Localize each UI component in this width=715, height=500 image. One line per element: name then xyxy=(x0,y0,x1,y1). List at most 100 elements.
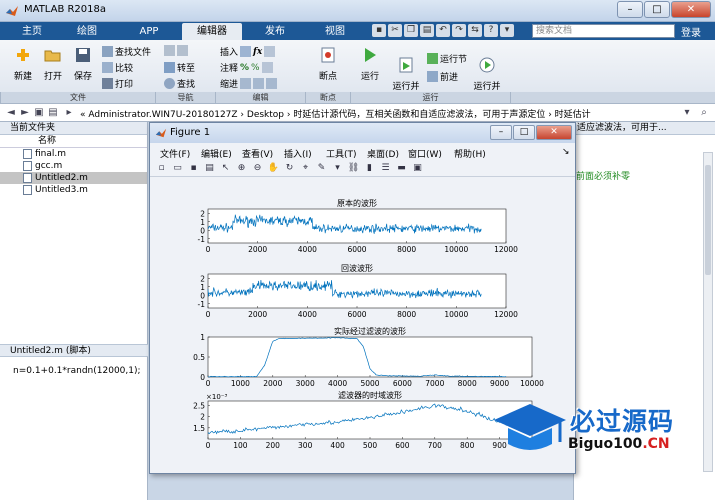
figure-close-button[interactable]: ✕ xyxy=(536,125,572,140)
menu-help[interactable]: 帮助(H) xyxy=(454,147,486,160)
decrease-indent-icon[interactable] xyxy=(266,78,278,89)
path-search-icon[interactable]: ⌕ xyxy=(697,106,711,120)
tab-publish[interactable]: 发布 xyxy=(250,23,300,40)
comment-button[interactable]: 注释 % % xyxy=(220,61,273,74)
run-button[interactable]: 运行 xyxy=(356,46,384,82)
edit-plot-icon[interactable]: ↖ xyxy=(219,162,232,175)
zoom-in-icon[interactable]: ⊕ xyxy=(235,162,248,175)
minimize-button[interactable]: – xyxy=(617,1,643,18)
cut-quick-icon[interactable]: ✂ xyxy=(388,24,402,37)
breakpoints-button[interactable]: 断点 xyxy=(312,46,344,82)
tab-editor[interactable]: 编辑器 xyxy=(182,23,242,40)
show-tools-icon[interactable]: ▣ xyxy=(411,162,424,175)
folder-up-icon[interactable]: ▣ xyxy=(32,106,46,120)
x-tick-label: 700 xyxy=(428,441,443,450)
y-tick-label: 1.5 xyxy=(193,424,205,433)
rotate-icon[interactable]: ↻ xyxy=(283,162,296,175)
tab-plots[interactable]: 绘图 xyxy=(62,23,112,40)
menu-desktop[interactable]: 桌面(D) xyxy=(367,147,399,160)
name-column-header[interactable]: 名称 xyxy=(0,135,147,148)
new-figure-icon[interactable]: ▫ xyxy=(155,162,168,175)
advance-button[interactable]: 前进 xyxy=(427,70,458,83)
y-exponent-label: ×10⁻³ xyxy=(206,393,227,401)
hide-tools-icon[interactable]: ▬ xyxy=(395,162,408,175)
back-icon[interactable]: ◄ xyxy=(4,106,18,120)
code-comment[interactable]: 前面必须补零 xyxy=(576,169,630,182)
tab-apps[interactable]: APP xyxy=(124,23,174,40)
brush-icon[interactable]: ✎ xyxy=(315,162,328,175)
scroll-thumb[interactable] xyxy=(705,165,711,275)
copy-quick-icon[interactable]: ❐ xyxy=(404,24,418,37)
function-dropdown-icon[interactable] xyxy=(264,46,276,57)
save-button[interactable]: 保存 xyxy=(70,46,96,82)
details-header[interactable]: Untitled2.m (脚本) xyxy=(0,344,148,357)
folder-path[interactable]: « Administrator.WIN7U-20180127Z › Deskto… xyxy=(80,107,591,120)
file-item[interactable]: final.m xyxy=(0,148,147,160)
colorbar-icon[interactable]: ▮ xyxy=(363,162,376,175)
close-button[interactable]: ✕ xyxy=(671,1,711,18)
path-dropdown-icon[interactable]: ▾ xyxy=(680,106,694,120)
zoom-out-icon[interactable]: ⊖ xyxy=(251,162,264,175)
x-tick-label: 5000 xyxy=(360,379,379,388)
goto-button[interactable]: 转至 xyxy=(164,61,195,74)
run-section-button[interactable]: 运行节 xyxy=(427,52,467,65)
menu-tools[interactable]: 工具(T) xyxy=(326,147,357,160)
tab-home[interactable]: 主页 xyxy=(10,23,54,40)
help-quick-icon[interactable]: ? xyxy=(484,24,498,37)
percent-icon[interactable]: % xyxy=(240,63,249,73)
file-item[interactable]: Untitled3.m xyxy=(0,184,147,196)
paste-quick-icon[interactable]: ▤ xyxy=(420,24,434,37)
print-icon xyxy=(102,78,113,89)
x-tick-label: 0 xyxy=(206,310,211,319)
switch-window-icon[interactable]: ⇆ xyxy=(468,24,482,37)
increase-indent-icon[interactable] xyxy=(253,78,265,89)
dropdown-quick-icon[interactable]: ▾ xyxy=(500,24,514,37)
file-item[interactable]: gcc.m xyxy=(0,160,147,172)
insert-button[interactable]: 插入 fx xyxy=(220,45,276,58)
menu-insert[interactable]: 插入(I) xyxy=(284,147,312,160)
compare-button[interactable]: 比较 xyxy=(102,61,133,74)
undo-quick-icon[interactable]: ↶ xyxy=(436,24,450,37)
search-docs-input[interactable]: 搜索文档 xyxy=(532,24,675,38)
y-tick-label: 0 xyxy=(200,226,205,235)
login-link[interactable]: 登录 xyxy=(681,24,701,39)
editor-tab[interactable]: 适应滤波法，可用于... xyxy=(574,122,715,135)
open-button[interactable]: 打开 xyxy=(40,46,66,82)
redo-quick-icon[interactable]: ↷ xyxy=(452,24,466,37)
menu-view[interactable]: 查看(V) xyxy=(242,147,273,160)
forward-icon[interactable]: ► xyxy=(18,106,32,120)
maximize-button[interactable]: □ xyxy=(644,1,670,18)
print-button[interactable]: 打印 xyxy=(102,77,133,90)
save-figure-icon[interactable]: ▪ xyxy=(187,162,200,175)
indent-button[interactable]: 缩进 xyxy=(220,77,278,90)
smart-indent-icon[interactable] xyxy=(240,78,252,89)
function-icon[interactable]: fx xyxy=(253,47,262,57)
menu-dock-icon[interactable]: ↘ xyxy=(562,147,570,157)
path-root-icon[interactable]: ▸ xyxy=(62,106,76,120)
brush-dropdown-icon[interactable]: ▾ xyxy=(331,162,344,175)
save-quick-icon[interactable]: ▪ xyxy=(372,24,386,37)
figure-minimize-button[interactable]: – xyxy=(490,125,512,140)
print-figure-icon[interactable]: ▤ xyxy=(203,162,216,175)
x-tick-label: 10000 xyxy=(520,379,544,388)
percent-brace-icon[interactable]: % xyxy=(251,63,260,73)
tab-view[interactable]: 视图 xyxy=(310,23,360,40)
find-button[interactable]: 查找 xyxy=(164,77,195,90)
data-cursor-icon[interactable]: ⌖ xyxy=(299,162,312,175)
figure-title-bar[interactable]: Figure 1 – □ ✕ xyxy=(150,123,575,143)
new-button[interactable]: 新建 xyxy=(10,46,36,82)
browse-folder-icon[interactable]: ▤ xyxy=(46,106,60,120)
menu-edit[interactable]: 编辑(E) xyxy=(201,147,232,160)
file-item-selected[interactable]: Untitled2.m xyxy=(0,172,147,184)
nav-arrows[interactable] xyxy=(164,45,188,56)
link-plot-icon[interactable]: ⛓ xyxy=(347,162,360,175)
open-file-icon[interactable]: ▭ xyxy=(171,162,184,175)
legend-icon[interactable]: ☰ xyxy=(379,162,392,175)
find-files-button[interactable]: 查找文件 xyxy=(102,45,151,58)
menu-file[interactable]: 文件(F) xyxy=(160,147,190,160)
pan-icon[interactable]: ✋ xyxy=(267,162,280,175)
x-tick-label: 8000 xyxy=(397,245,416,254)
menu-window[interactable]: 窗口(W) xyxy=(408,147,442,160)
wrap-comment-icon[interactable] xyxy=(261,62,273,73)
figure-maximize-button[interactable]: □ xyxy=(513,125,535,140)
